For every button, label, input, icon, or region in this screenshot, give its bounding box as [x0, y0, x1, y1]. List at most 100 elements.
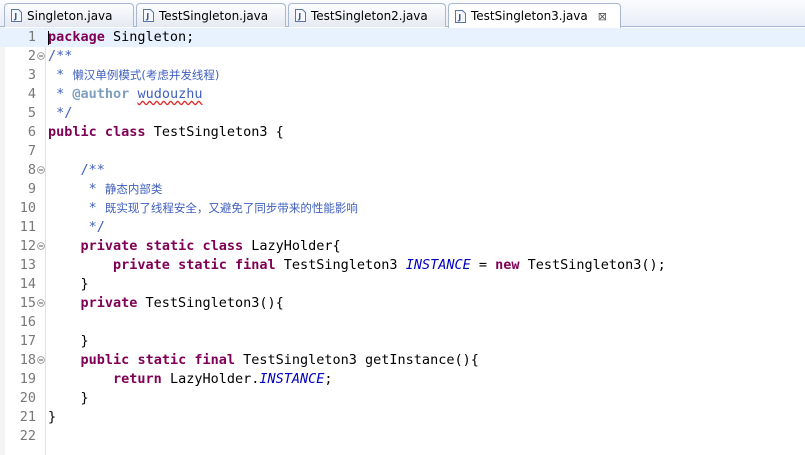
- code-token: *: [48, 181, 105, 197]
- line-number: 9: [27, 181, 36, 197]
- tab-label: TestSingleton.java: [159, 8, 269, 23]
- code-token: private: [80, 238, 138, 254]
- code-line[interactable]: 2 /**: [0, 47, 805, 66]
- code-text: }: [48, 389, 89, 408]
- line-number: 7: [27, 143, 36, 159]
- line-number: 12: [19, 238, 36, 254]
- code-text: }: [48, 408, 56, 427]
- svg-text:J: J: [297, 12, 301, 21]
- code-text: private static final TestSingleton3 INST…: [48, 256, 666, 275]
- code-line[interactable]: 19 return LazyHolder.INSTANCE;: [0, 370, 805, 389]
- code-token: static: [137, 352, 187, 368]
- code-line[interactable]: 21}: [0, 408, 805, 427]
- line-number: 10: [19, 200, 36, 216]
- line-number: 4: [27, 86, 36, 102]
- code-editor[interactable]: 1 package Singleton; 2 /** 3 * 懒汉单例模式(考虑并发线程…: [0, 27, 805, 455]
- tab-testsingleton3[interactable]: J TestSingleton3.java ⊠: [448, 3, 621, 28]
- code-token: @author: [72, 86, 130, 102]
- code-token: TestSingleton3();: [519, 257, 666, 273]
- code-line[interactable]: 4 * @author wudouzhu: [0, 85, 805, 104]
- tab-label: Singleton.java: [27, 8, 113, 23]
- code-line[interactable]: 9 * 静态内部类: [0, 180, 805, 199]
- code-line[interactable]: 7: [0, 142, 805, 161]
- code-token: wudouzhu: [137, 86, 203, 102]
- code-token: return: [113, 371, 162, 387]
- line-number: 16: [19, 314, 36, 330]
- code-line[interactable]: 14 }: [0, 275, 805, 294]
- code-text: */: [48, 104, 72, 123]
- code-text: * @author wudouzhu: [48, 85, 202, 104]
- code-text: public static final TestSingleton3 getIn…: [48, 351, 479, 370]
- java-file-icon: J: [295, 9, 306, 22]
- line-number: 11: [19, 219, 36, 235]
- fold-collapse-icon[interactable]: [37, 52, 45, 60]
- code-token: */: [48, 219, 105, 235]
- code-token: static: [145, 238, 195, 254]
- code-text: * 静态内部类: [48, 180, 163, 199]
- code-line[interactable]: 6 public class TestSingleton3 {: [0, 123, 805, 142]
- code-line[interactable]: 8 /**: [0, 161, 805, 180]
- code-token: final: [235, 257, 276, 273]
- svg-text:J: J: [145, 12, 149, 21]
- line-number: 5: [27, 105, 36, 121]
- code-token: TestSingleton3 getInstance(){: [235, 352, 479, 368]
- code-token: */: [48, 105, 73, 121]
- code-line[interactable]: 12 private static class LazyHolder{: [0, 237, 805, 256]
- code-line[interactable]: 1 package Singleton;: [0, 28, 805, 47]
- code-text: * 懒汉单例模式(考虑并发线程): [48, 66, 219, 85]
- code-token: Singleton;: [104, 29, 195, 45]
- code-text: /**: [48, 161, 105, 180]
- fold-collapse-icon[interactable]: [37, 356, 45, 364]
- text-caret: [48, 31, 49, 45]
- close-tab-icon[interactable]: ⊠: [598, 10, 607, 23]
- code-token: final: [194, 352, 235, 368]
- code-line[interactable]: 5 */: [0, 104, 805, 123]
- tab-testsingleton2[interactable]: J TestSingleton2.java: [288, 3, 446, 27]
- code-token: LazyHolder{: [243, 238, 341, 254]
- code-text: public class TestSingleton3 {: [48, 123, 284, 142]
- code-line[interactable]: 3 * 懒汉单例模式(考虑并发线程): [0, 66, 805, 85]
- fold-collapse-icon[interactable]: [37, 166, 45, 174]
- line-number: 8: [27, 162, 36, 178]
- code-token: INSTANCE: [405, 257, 471, 273]
- code-line[interactable]: 22: [0, 427, 805, 446]
- code-token: static: [178, 257, 227, 273]
- code-line[interactable]: 17 }: [0, 332, 805, 351]
- code-line[interactable]: 16: [0, 313, 805, 332]
- tab-label: TestSingleton3.java: [471, 9, 588, 23]
- code-token: TestSingleton3 {: [145, 124, 284, 140]
- code-line[interactable]: 11 */: [0, 218, 805, 237]
- code-token: INSTANCE: [259, 371, 325, 387]
- code-text: }: [48, 275, 89, 294]
- code-token: package: [48, 29, 105, 45]
- java-file-icon: J: [11, 9, 22, 22]
- code-line[interactable]: 10 * 既实现了线程安全，又避免了同步带来的性能影响: [0, 199, 805, 218]
- tab-singleton[interactable]: J Singleton.java: [4, 3, 134, 27]
- code-line[interactable]: 20 }: [0, 389, 805, 408]
- tab-label: TestSingleton2.java: [311, 8, 428, 23]
- code-text: package Singleton;: [48, 28, 194, 47]
- code-token: TestSingleton3(){: [137, 295, 284, 311]
- code-line[interactable]: 13 private static final TestSingleton3 I…: [0, 256, 805, 275]
- line-number: 17: [19, 333, 36, 349]
- line-number: 19: [19, 371, 36, 387]
- code-line[interactable]: 18 public static final TestSingleton3 ge…: [0, 351, 805, 370]
- code-token: new: [495, 257, 520, 273]
- fold-collapse-icon[interactable]: [37, 242, 45, 250]
- tab-testsingleton[interactable]: J TestSingleton.java: [136, 3, 286, 27]
- code-token: /**: [80, 162, 105, 178]
- code-text: }: [48, 332, 89, 351]
- code-token: }: [48, 276, 89, 292]
- fold-collapse-icon[interactable]: [37, 299, 45, 307]
- line-number: 21: [19, 409, 36, 425]
- code-line[interactable]: 15 private TestSingleton3(){: [0, 294, 805, 313]
